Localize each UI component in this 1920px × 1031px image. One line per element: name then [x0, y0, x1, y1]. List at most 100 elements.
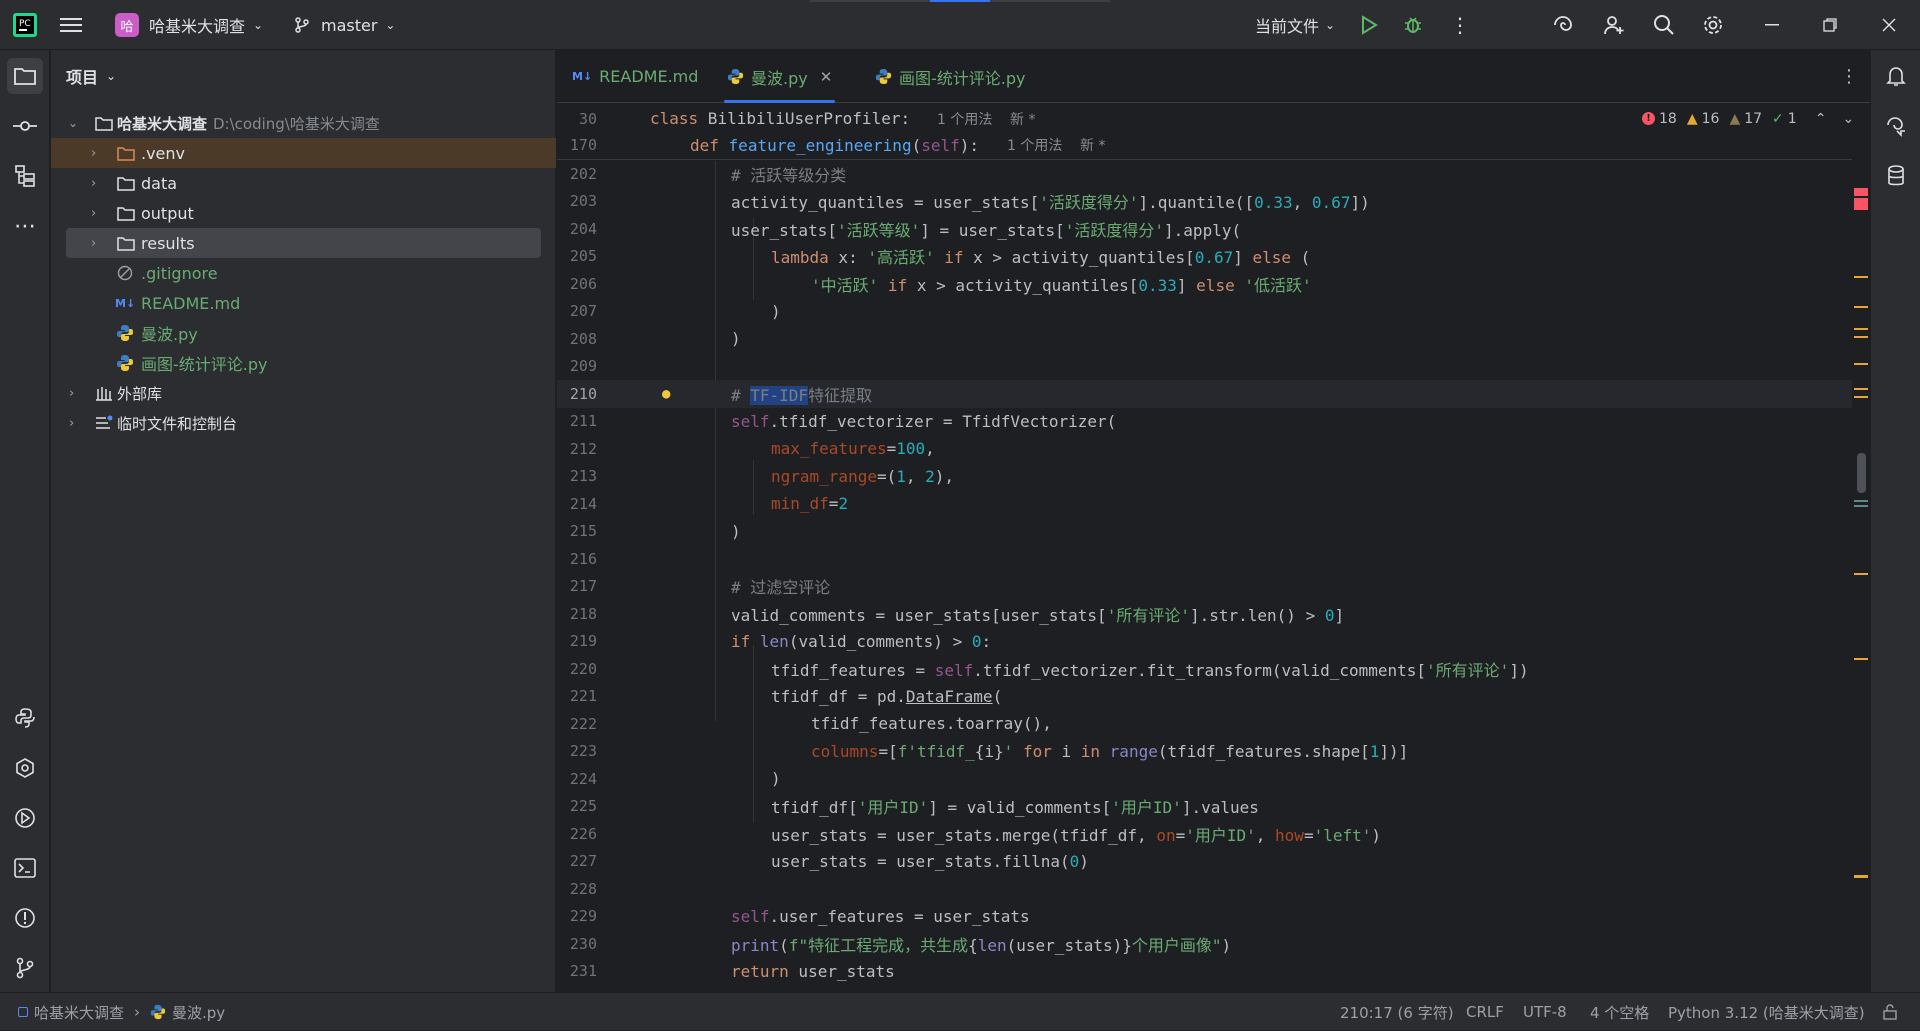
chevron-down-icon: ⌄ — [1325, 18, 1336, 32]
branch-switcher[interactable]: master ⌄ — [293, 0, 395, 50]
project-switcher[interactable]: 哈 哈基米大调查 ⌄ — [115, 0, 263, 50]
line-number: 228 — [569, 879, 597, 898]
tree-item-readme[interactable]: M↓ README.md — [51, 288, 556, 318]
warning-mark — [1854, 336, 1868, 338]
run-button[interactable] — [1360, 0, 1378, 50]
tab-label: README.md — [599, 67, 699, 86]
warning-mark — [1854, 875, 1868, 878]
tree-item-gitignore[interactable]: .gitignore — [51, 258, 556, 288]
restore-icon[interactable] — [1823, 0, 1837, 50]
python-console-icon[interactable] — [7, 750, 43, 786]
warning-mark — [1854, 306, 1868, 308]
tree-item-scratches[interactable]: › 临时文件和控制台 — [51, 408, 556, 438]
notifications-bell-icon[interactable] — [1878, 58, 1914, 94]
close-icon[interactable] — [1882, 0, 1896, 50]
sticky-line[interactable]: 170 def feature_engineering(self): 1 个用法… — [557, 132, 1852, 160]
settings-gear-icon[interactable] — [1702, 0, 1724, 50]
debug-button[interactable] — [1403, 0, 1423, 50]
services-run-icon[interactable] — [7, 800, 43, 836]
line-number: 204 — [569, 219, 597, 238]
folder-icon — [117, 206, 135, 221]
code-text: ) — [731, 329, 741, 349]
search-icon[interactable] — [1653, 0, 1675, 50]
error-stripe[interactable] — [1852, 103, 1870, 992]
git-branch-icon — [295, 17, 309, 33]
problems-icon[interactable] — [7, 900, 43, 936]
lightbulb-icon[interactable]: ● — [662, 386, 670, 402]
python-file-icon — [117, 325, 133, 341]
line-number: 224 — [569, 769, 597, 788]
tree-item-results[interactable]: › results — [66, 228, 541, 258]
usage-hint[interactable]: 1 个用法 — [1007, 135, 1062, 155]
file-encoding[interactable]: UTF-8 — [1523, 993, 1567, 1031]
line-number: 213 — [569, 467, 597, 486]
line-number: 216 — [569, 549, 597, 568]
more-actions-icon[interactable]: ⋮ — [1450, 0, 1470, 50]
database-icon[interactable] — [1878, 158, 1914, 194]
lock-icon[interactable] — [1882, 993, 1898, 1031]
tree-root[interactable]: ⌄ 哈基米大调查 D:\coding\哈基米大调查 — [51, 108, 556, 138]
tree-item-output[interactable]: › output — [51, 198, 556, 228]
more-tools-icon[interactable]: ⋯ — [7, 208, 43, 244]
breadcrumb-project[interactable]: 哈基米大调查 — [34, 1002, 124, 1023]
caret-position[interactable]: 210:17 (6 字符) — [1340, 993, 1454, 1031]
code-text: tfidf_df = pd.DataFrame( — [771, 686, 1003, 706]
tab-readme[interactable]: M↓ README.md — [572, 50, 698, 103]
structure-tool-icon[interactable] — [7, 158, 43, 194]
python-packages-icon[interactable] — [7, 700, 43, 736]
tree-item-plot-py[interactable]: 画图-统计评论.py — [51, 348, 556, 378]
chevron-up-icon[interactable]: ⌃ — [1815, 111, 1827, 127]
project-panel-header[interactable]: 项目 ⌄ — [66, 50, 116, 102]
usage-hint[interactable]: 1 个用法 — [937, 109, 992, 129]
chevron-right-icon: › — [134, 1003, 141, 1021]
bug-icon — [1405, 17, 1421, 33]
line-number: 220 — [569, 659, 597, 678]
tree-item-external-libs[interactable]: › 外部库 — [51, 378, 556, 408]
markdown-icon: M↓ — [115, 296, 136, 310]
code-text: ngram_range=(1, 2), — [771, 466, 955, 486]
library-icon — [96, 387, 112, 401]
run-config-selector[interactable]: 当前文件 ⌄ — [1255, 0, 1335, 50]
commit-tool-icon[interactable] — [7, 108, 43, 144]
code-area[interactable]: 30 class BilibiliUserProfiler: 1 个用法 新 *… — [557, 103, 1857, 992]
tree-item-data[interactable]: › data — [51, 168, 556, 198]
indent-setting[interactable]: 4 个空格 — [1590, 993, 1649, 1031]
tree-item-label: .venv — [141, 143, 186, 163]
terminal-icon[interactable] — [7, 850, 43, 886]
excluded-folder-icon — [117, 146, 135, 161]
ai-assistant-icon[interactable] — [1552, 0, 1574, 50]
new-hint: 新 * — [1010, 111, 1036, 128]
chevron-right-icon: › — [69, 385, 75, 401]
tree-item-manbo-py[interactable]: 曼波.py — [51, 318, 556, 348]
tab-options-icon[interactable]: ⋮ — [1840, 50, 1858, 103]
breadcrumb-file[interactable]: 曼波.py — [172, 1002, 225, 1023]
python-file-icon — [117, 355, 133, 371]
code-text: return user_stats — [731, 961, 895, 981]
main-menu-icon[interactable] — [60, 0, 82, 50]
add-user-icon[interactable] — [1603, 0, 1625, 50]
ai-chat-icon[interactable] — [1878, 108, 1914, 144]
line-number: 225 — [569, 797, 597, 816]
tab-manbo-py[interactable]: 曼波.py ✕ — [724, 50, 836, 103]
inspection-widget[interactable]: ! 18 ▲ 16 ▲ 17 ✓ 1 ⌃ ⌄ — [1642, 105, 1854, 132]
weak-warning-count: 17 — [1744, 110, 1763, 127]
tab-plot-py[interactable]: 画图-统计评论.py — [875, 50, 1026, 103]
close-tab-icon[interactable]: ✕ — [820, 68, 833, 86]
line-number: 209 — [569, 357, 597, 376]
app-logo-icon[interactable]: PC — [12, 0, 38, 50]
git-icon[interactable] — [7, 950, 43, 986]
minimize-icon[interactable] — [1765, 0, 1779, 50]
current-line[interactable]: 210 ● # TF-IDF特征提取 — [557, 380, 1852, 408]
python-interpreter[interactable]: Python 3.12 (哈基米大调查) — [1668, 993, 1865, 1031]
line-separator[interactable]: CRLF — [1466, 993, 1504, 1031]
project-tool-icon[interactable] — [7, 58, 43, 94]
line-number: 210 — [569, 384, 597, 403]
warning-mark — [1854, 573, 1868, 575]
scroll-thumb[interactable] — [1857, 453, 1866, 493]
left-tool-bar: ⋯ — [0, 50, 50, 992]
python-file-icon — [875, 68, 892, 85]
svg-text:PC: PC — [19, 19, 31, 29]
code-text: class BilibiliUserProfiler: — [650, 109, 911, 129]
line-number: 226 — [569, 824, 597, 843]
tree-item-venv[interactable]: › .venv — [51, 138, 556, 168]
